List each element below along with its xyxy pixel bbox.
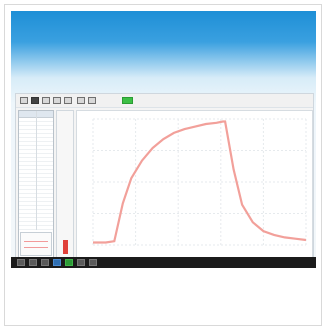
desktop-background: [11, 11, 316, 268]
taskbar-app-icon[interactable]: [77, 259, 85, 266]
graph-svg: [92, 118, 307, 246]
taskbar-app-icon[interactable]: [65, 259, 73, 266]
graph-gridlines: [92, 118, 307, 246]
taskbar: [11, 257, 316, 268]
side-meter-panel: [56, 110, 74, 258]
chart-icon[interactable]: [77, 97, 85, 104]
taskbar-app-icon[interactable]: [89, 259, 97, 266]
zoom-icon[interactable]: [53, 97, 61, 104]
taskbar-app-icon[interactable]: [53, 259, 61, 266]
image-bottom-area: [11, 268, 316, 322]
start-icon[interactable]: [122, 97, 133, 104]
app-window: [15, 93, 314, 259]
curve-icon[interactable]: [88, 97, 96, 104]
data-table-column-divider: [36, 111, 37, 230]
meter-line: [24, 241, 48, 242]
settings-icon[interactable]: [64, 97, 72, 104]
start-button-icon[interactable]: [17, 259, 25, 266]
taskbar-app-icon[interactable]: [29, 259, 37, 266]
print-icon[interactable]: [42, 97, 50, 104]
save-icon[interactable]: [31, 97, 39, 104]
taskbar-app-icon[interactable]: [41, 259, 49, 266]
data-table-panel: [18, 110, 54, 258]
level-bar: [63, 240, 68, 254]
open-icon[interactable]: [20, 97, 28, 104]
meter-line: [24, 247, 48, 248]
toolbar: [16, 94, 313, 108]
graph-plot-area[interactable]: [76, 110, 313, 258]
meter-panel: [20, 232, 52, 256]
